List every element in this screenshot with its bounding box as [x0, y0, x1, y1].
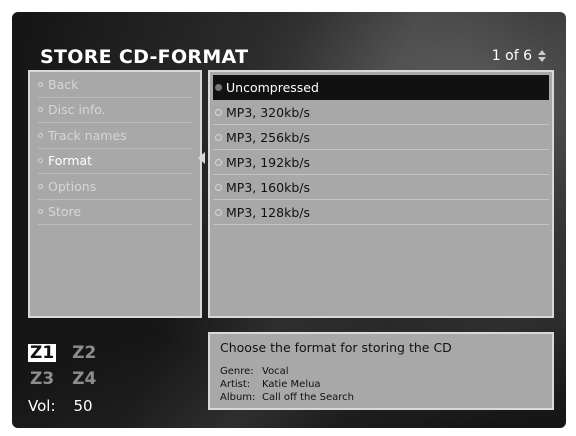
format-option-mp3-256[interactable]: MP3, 256kb/s [213, 125, 549, 150]
radio-icon [215, 183, 222, 191]
menu-pointer-icon [198, 152, 205, 164]
album-row: Album: Call off the Search [220, 391, 542, 404]
side-menu: Back Disc info. Track names Format Optio… [28, 70, 202, 318]
menu-item-label: Disc info. [48, 102, 106, 118]
format-option-label: MP3, 192kb/s [226, 154, 310, 170]
bullet-icon [38, 132, 43, 138]
menu-item-label: Format [48, 153, 93, 169]
format-option-label: MP3, 256kb/s [226, 129, 310, 145]
menu-item-label: Options [48, 178, 97, 194]
info-panel: Choose the format for storing the CD Gen… [208, 332, 554, 410]
menu-item-back[interactable]: Back [38, 72, 192, 98]
format-option-label: MP3, 128kb/s [226, 204, 310, 220]
radio-icon [215, 133, 222, 141]
genre-label: Genre: [220, 366, 254, 377]
format-option-uncompressed[interactable]: Uncompressed [213, 75, 549, 100]
bullet-icon [38, 81, 43, 87]
radio-icon [215, 208, 222, 216]
artist-row: Artist: Katie Melua [220, 378, 542, 391]
format-list: Uncompressed MP3, 320kb/s MP3, 256kb/s M… [208, 70, 554, 318]
volume-label: Vol: [28, 397, 56, 415]
zone-z1[interactable]: Z1 [28, 344, 57, 362]
menu-item-options[interactable]: Options [38, 174, 192, 200]
zone-z3[interactable]: Z3 [28, 369, 56, 389]
format-option-mp3-128[interactable]: MP3, 128kb/s [213, 200, 549, 225]
page-counter: 1 of 6 [491, 48, 532, 64]
menu-item-label: Store [48, 204, 82, 220]
format-option-label: MP3, 320kb/s [226, 104, 310, 120]
genre-value: Vocal [262, 366, 289, 377]
menu-item-disc-info[interactable]: Disc info. [38, 98, 192, 123]
album-label: Album: [220, 392, 256, 403]
bullet-icon [38, 107, 43, 113]
menu-item-label: Track names [48, 127, 127, 143]
zone-z4[interactable]: Z4 [70, 369, 98, 389]
menu-item-format[interactable]: Format [38, 149, 192, 174]
volume-value: 50 [73, 397, 93, 415]
genre-row: Genre: Vocal [220, 365, 542, 378]
bullet-icon [38, 209, 43, 215]
zone-selector: Z1 Z2 Z3 Z4 [28, 340, 98, 392]
menu-item-label: Back [48, 76, 79, 92]
format-option-label: MP3, 160kb/s [226, 179, 310, 195]
format-option-label: Uncompressed [226, 79, 319, 95]
bullet-icon [38, 183, 43, 189]
album-value: Call off the Search [262, 392, 354, 403]
menu-item-track-names[interactable]: Track names [38, 123, 192, 149]
radio-icon [215, 158, 222, 166]
bullet-icon [38, 158, 43, 164]
radio-icon [215, 83, 222, 91]
radio-icon [215, 108, 222, 116]
volume-display: Vol: 50 [28, 397, 93, 415]
page-title: STORE CD-FORMAT [40, 46, 249, 68]
page-indicator[interactable]: 1 of 6 [492, 48, 546, 64]
help-message: Choose the format for storing the CD [220, 340, 452, 355]
artist-value: Katie Melua [262, 379, 321, 390]
format-option-mp3-320[interactable]: MP3, 320kb/s [213, 100, 549, 125]
format-option-mp3-160[interactable]: MP3, 160kb/s [213, 175, 549, 200]
artist-label: Artist: [220, 379, 251, 390]
menu-item-store[interactable]: Store [38, 200, 192, 225]
up-down-arrows-icon [538, 50, 546, 62]
zone-z2[interactable]: Z2 [70, 343, 98, 363]
format-option-mp3-192[interactable]: MP3, 192kb/s [213, 150, 549, 175]
